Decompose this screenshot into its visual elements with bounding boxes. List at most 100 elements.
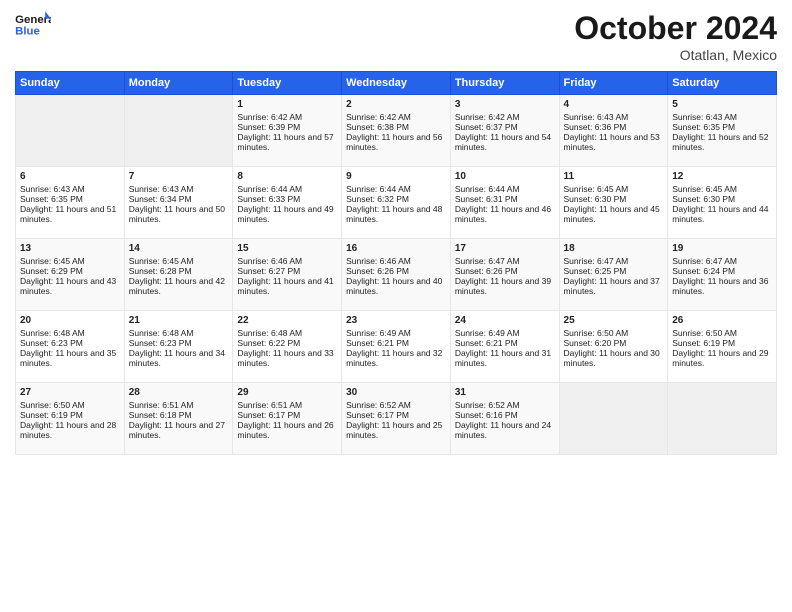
calendar-cell: 14Sunrise: 6:45 AMSunset: 6:28 PMDayligh… — [124, 239, 233, 311]
sunset-text: Sunset: 6:28 PM — [129, 266, 229, 276]
sunrise-text: Sunrise: 6:43 AM — [129, 184, 229, 194]
sunrise-text: Sunrise: 6:48 AM — [129, 328, 229, 338]
daylight-text: Daylight: 11 hours and 34 minutes. — [129, 348, 229, 368]
daylight-text: Daylight: 11 hours and 54 minutes. — [455, 132, 555, 152]
sunrise-text: Sunrise: 6:44 AM — [346, 184, 446, 194]
sunrise-text: Sunrise: 6:51 AM — [129, 400, 229, 410]
sunrise-text: Sunrise: 6:49 AM — [455, 328, 555, 338]
day-number: 19 — [672, 243, 772, 254]
calendar-cell: 21Sunrise: 6:48 AMSunset: 6:23 PMDayligh… — [124, 311, 233, 383]
calendar-cell: 25Sunrise: 6:50 AMSunset: 6:20 PMDayligh… — [559, 311, 668, 383]
daylight-text: Daylight: 11 hours and 25 minutes. — [346, 420, 446, 440]
day-number: 22 — [237, 315, 337, 326]
title-block: October 2024 Otatlan, Mexico — [574, 10, 777, 63]
sunrise-text: Sunrise: 6:42 AM — [237, 112, 337, 122]
sunset-text: Sunset: 6:32 PM — [346, 194, 446, 204]
calendar-week-row: 1Sunrise: 6:42 AMSunset: 6:39 PMDaylight… — [16, 95, 777, 167]
daylight-text: Daylight: 11 hours and 56 minutes. — [346, 132, 446, 152]
daylight-text: Daylight: 11 hours and 52 minutes. — [672, 132, 772, 152]
sunset-text: Sunset: 6:20 PM — [564, 338, 664, 348]
sunrise-text: Sunrise: 6:42 AM — [346, 112, 446, 122]
calendar-cell: 24Sunrise: 6:49 AMSunset: 6:21 PMDayligh… — [450, 311, 559, 383]
calendar-cell — [124, 95, 233, 167]
sunset-text: Sunset: 6:35 PM — [672, 122, 772, 132]
sunrise-text: Sunrise: 6:48 AM — [20, 328, 120, 338]
day-number: 29 — [237, 387, 337, 398]
sunset-text: Sunset: 6:22 PM — [237, 338, 337, 348]
sunset-text: Sunset: 6:34 PM — [129, 194, 229, 204]
sunrise-text: Sunrise: 6:46 AM — [346, 256, 446, 266]
daylight-text: Daylight: 11 hours and 48 minutes. — [346, 204, 446, 224]
day-number: 31 — [455, 387, 555, 398]
location-subtitle: Otatlan, Mexico — [574, 47, 777, 63]
sunrise-text: Sunrise: 6:47 AM — [455, 256, 555, 266]
day-number: 13 — [20, 243, 120, 254]
sunset-text: Sunset: 6:25 PM — [564, 266, 664, 276]
day-number: 12 — [672, 171, 772, 182]
calendar-cell: 23Sunrise: 6:49 AMSunset: 6:21 PMDayligh… — [342, 311, 451, 383]
calendar-cell: 11 Sunrise: 6:45 AMSunset: 6:30 PMDayligh… — [559, 167, 668, 239]
sunset-text: Sunset: 6:30 PM — [672, 194, 772, 204]
calendar-week-row: 13Sunrise: 6:45 AMSunset: 6:29 PMDayligh… — [16, 239, 777, 311]
sunset-text: Sunset: 6:38 PM — [346, 122, 446, 132]
daylight-text: Daylight: 11 hours and 46 minutes. — [455, 204, 555, 224]
day-number: 23 — [346, 315, 446, 326]
day-number: 17 — [455, 243, 555, 254]
calendar-week-row: 20Sunrise: 6:48 AMSunset: 6:23 PMDayligh… — [16, 311, 777, 383]
daylight-text: Daylight: 11 hours and 45 minutes. — [564, 204, 664, 224]
sunrise-text: Sunrise: 6:47 AM — [672, 256, 772, 266]
daylight-text: Daylight: 11 hours and 43 minutes. — [20, 276, 120, 296]
day-number: 30 — [346, 387, 446, 398]
day-of-week-header: Saturday — [668, 72, 777, 95]
calendar-cell: 28Sunrise: 6:51 AMSunset: 6:18 PMDayligh… — [124, 383, 233, 455]
sunrise-text: Sunrise: 6:48 AM — [237, 328, 337, 338]
sunset-text: Sunset: 6:21 PM — [346, 338, 446, 348]
calendar-cell — [668, 383, 777, 455]
day-number: 4 — [564, 99, 664, 110]
sunset-text: Sunset: 6:18 PM — [129, 410, 229, 420]
calendar-cell: 1Sunrise: 6:42 AMSunset: 6:39 PMDaylight… — [233, 95, 342, 167]
daylight-text: Daylight: 11 hours and 37 minutes. — [564, 276, 664, 296]
sunset-text: Sunset: 6:23 PM — [129, 338, 229, 348]
day-number: 7 — [129, 171, 229, 182]
day-number: 9 — [346, 171, 446, 182]
calendar-cell: 18Sunrise: 6:47 AMSunset: 6:25 PMDayligh… — [559, 239, 668, 311]
day-of-week-header: Friday — [559, 72, 668, 95]
day-number: 5 — [672, 99, 772, 110]
calendar-cell: 6Sunrise: 6:43 AMSunset: 6:35 PMDaylight… — [16, 167, 125, 239]
sunrise-text: Sunrise: 6:45 AM — [672, 184, 772, 194]
calendar-week-row: 27Sunrise: 6:50 AMSunset: 6:19 PMDayligh… — [16, 383, 777, 455]
calendar-cell: 27Sunrise: 6:50 AMSunset: 6:19 PMDayligh… — [16, 383, 125, 455]
day-of-week-header: Monday — [124, 72, 233, 95]
sunrise-text: Sunrise: 6:45 AM — [564, 184, 664, 194]
sunset-text: Sunset: 6:16 PM — [455, 410, 555, 420]
daylight-text: Daylight: 11 hours and 26 minutes. — [237, 420, 337, 440]
day-number: 16 — [346, 243, 446, 254]
calendar-header-row: SundayMondayTuesdayWednesdayThursdayFrid… — [16, 72, 777, 95]
header: General Blue October 2024 Otatlan, Mexic… — [15, 10, 777, 63]
calendar-cell: 7 Sunrise: 6:43 AMSunset: 6:34 PMDaylight… — [124, 167, 233, 239]
day-of-week-header: Tuesday — [233, 72, 342, 95]
daylight-text: Daylight: 11 hours and 36 minutes. — [672, 276, 772, 296]
calendar-cell: 4Sunrise: 6:43 AMSunset: 6:36 PMDaylight… — [559, 95, 668, 167]
sunset-text: Sunset: 6:30 PM — [564, 194, 664, 204]
calendar-cell: 8Sunrise: 6:44 AMSunset: 6:33 PMDaylight… — [233, 167, 342, 239]
sunrise-text: Sunrise: 6:46 AM — [237, 256, 337, 266]
daylight-text: Daylight: 11 hours and 39 minutes. — [455, 276, 555, 296]
day-number: 15 — [237, 243, 337, 254]
day-number: 11 — [564, 171, 664, 182]
sunset-text: Sunset: 6:29 PM — [20, 266, 120, 276]
daylight-text: Daylight: 11 hours and 50 minutes. — [129, 204, 229, 224]
sunrise-text: Sunrise: 6:52 AM — [346, 400, 446, 410]
daylight-text: Daylight: 11 hours and 28 minutes. — [20, 420, 120, 440]
daylight-text: Daylight: 11 hours and 40 minutes. — [346, 276, 446, 296]
sunset-text: Sunset: 6:31 PM — [455, 194, 555, 204]
sunrise-text: Sunrise: 6:50 AM — [564, 328, 664, 338]
calendar-table: SundayMondayTuesdayWednesdayThursdayFrid… — [15, 71, 777, 455]
sunset-text: Sunset: 6:35 PM — [20, 194, 120, 204]
daylight-text: Daylight: 11 hours and 24 minutes. — [455, 420, 555, 440]
daylight-text: Daylight: 11 hours and 35 minutes. — [20, 348, 120, 368]
sunset-text: Sunset: 6:39 PM — [237, 122, 337, 132]
daylight-text: Daylight: 11 hours and 30 minutes. — [564, 348, 664, 368]
sunrise-text: Sunrise: 6:44 AM — [455, 184, 555, 194]
